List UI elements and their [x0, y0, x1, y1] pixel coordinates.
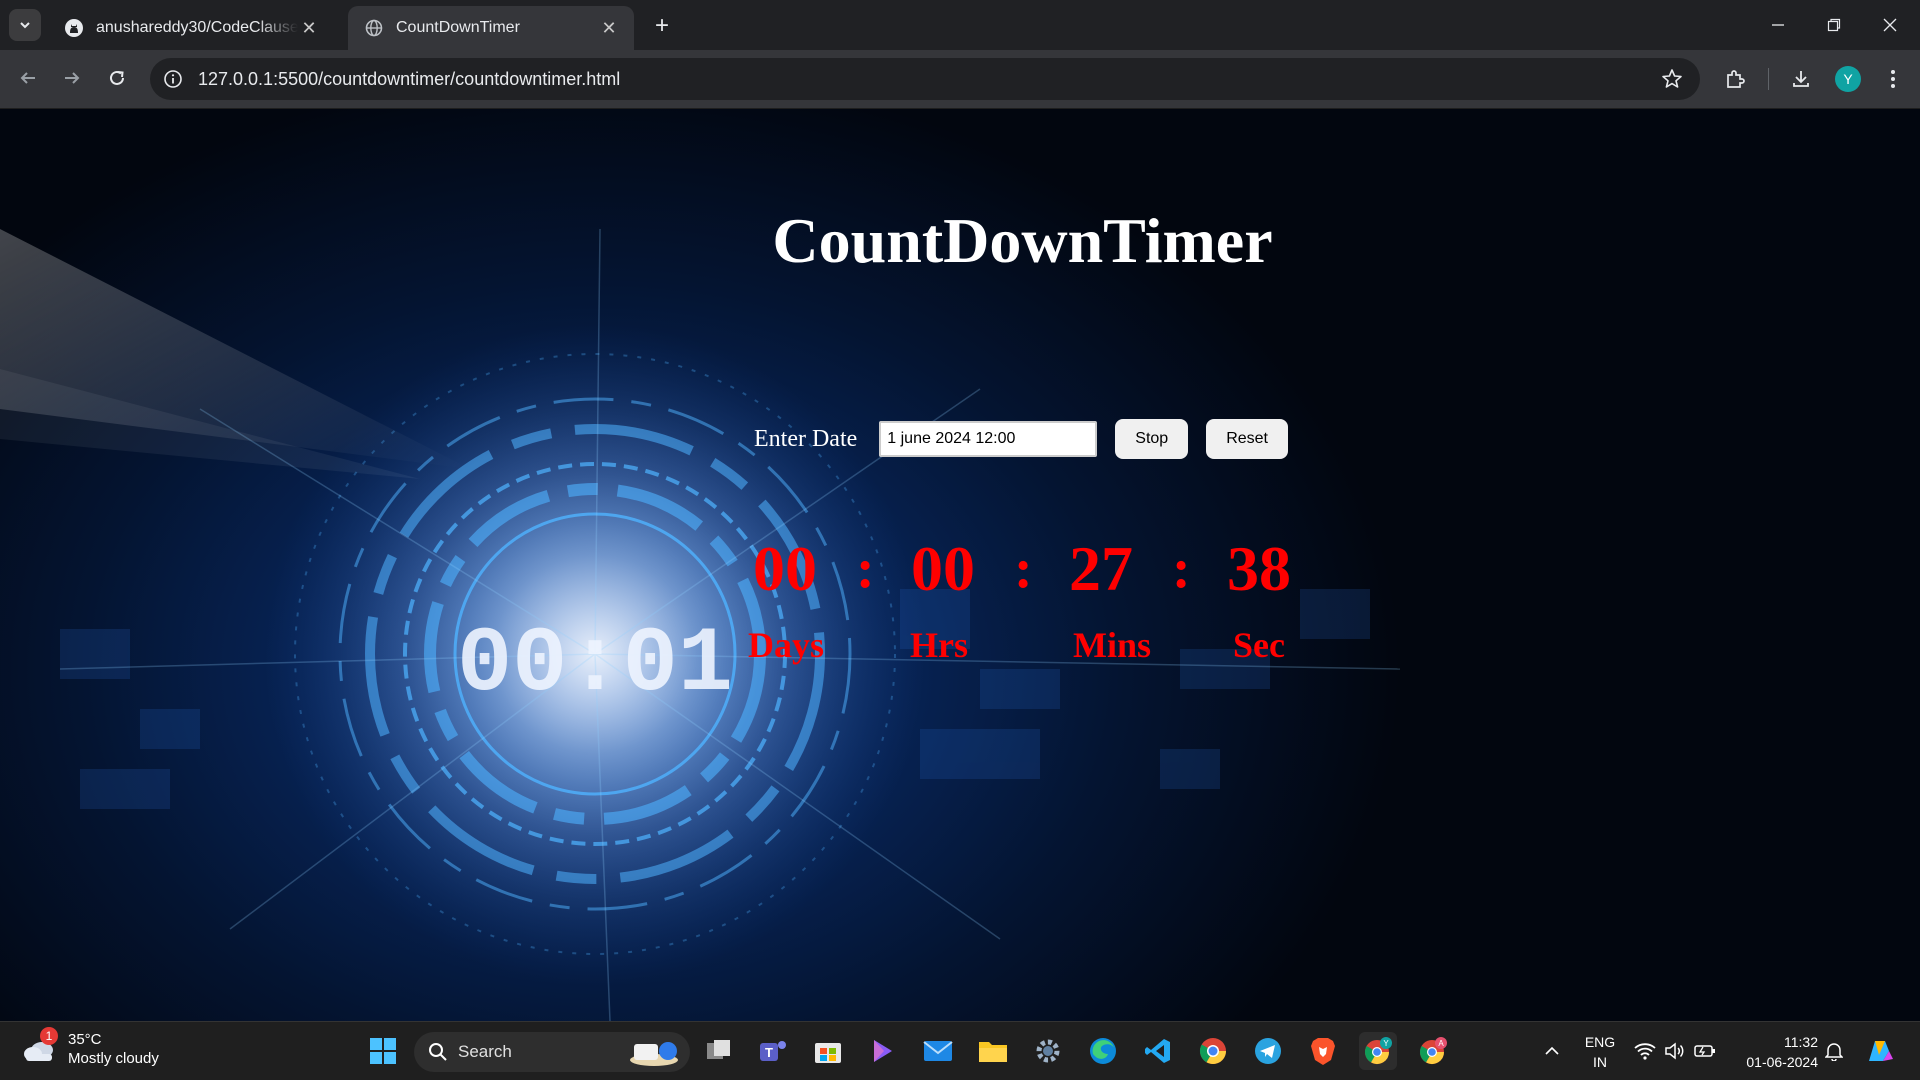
battery-icon: [1694, 1045, 1715, 1057]
back-button[interactable]: [10, 60, 46, 96]
reload-icon: [110, 70, 124, 85]
minutes-value: 27: [1069, 533, 1133, 604]
settings-gear-icon[interactable]: [1029, 1032, 1067, 1070]
temperature: 35°C: [68, 1031, 102, 1048]
search-label: Search: [458, 1042, 512, 1061]
taskbar-search[interactable]: Search: [414, 1032, 690, 1072]
file-explorer-icon[interactable]: [974, 1032, 1012, 1070]
start-button[interactable]: [364, 1032, 402, 1070]
minutes-label: Mins: [1073, 625, 1152, 665]
minimize-button[interactable]: [1750, 0, 1806, 50]
new-tab-button[interactable]: +: [648, 12, 676, 40]
task-view-icon[interactable]: [700, 1032, 738, 1070]
svg-text:T: T: [765, 1045, 773, 1060]
chrome-profile-a-icon[interactable]: A: [1414, 1032, 1452, 1070]
weather-condition: Mostly cloudy: [68, 1050, 159, 1067]
minimize-icon: [1772, 24, 1784, 26]
notifications-bell-icon[interactable]: [1818, 1032, 1850, 1070]
time: 11:32: [1784, 1034, 1818, 1050]
windows-taskbar: 1 35°C Mostly cloudy Search T Y A ENG IN…: [0, 1021, 1920, 1080]
tab-title: anushareddy30/CodeClauseInternship: [96, 19, 298, 36]
seconds-label: Sec: [1233, 625, 1285, 665]
brave-icon[interactable]: [1304, 1032, 1342, 1070]
edge-icon[interactable]: [1084, 1032, 1122, 1070]
hours-value: 00: [911, 533, 975, 604]
arrow-right-icon: [65, 72, 80, 84]
weather-alert-badge: 1: [40, 1027, 58, 1045]
show-hidden-icons-chevron-icon[interactable]: [1534, 1032, 1570, 1070]
tab-strip: anushareddy30/CodeClauseInternship ✕ Cou…: [0, 0, 1920, 50]
wifi-icon: [1634, 1043, 1656, 1060]
close-window-button[interactable]: [1862, 0, 1918, 50]
reload-button[interactable]: [99, 60, 135, 96]
tab-title: CountDownTimer: [396, 19, 520, 36]
close-tab-icon[interactable]: ✕: [598, 18, 620, 39]
svg-text:A: A: [1438, 1039, 1444, 1048]
toolbar-divider: [1768, 68, 1769, 90]
svg-text:Y: Y: [1383, 1039, 1389, 1048]
days-value: 00: [753, 533, 817, 604]
windows-icon: [370, 1038, 396, 1064]
close-tab-icon[interactable]: ✕: [298, 18, 320, 39]
page-viewport: 00:01 CountDownTimer Enter Date Stop Res…: [0, 109, 1920, 1021]
extensions-icon[interactable]: [1718, 62, 1752, 96]
mail-icon[interactable]: [919, 1032, 957, 1070]
language-indicator[interactable]: ENG IN: [1580, 1032, 1620, 1072]
chrome-icon[interactable]: [1194, 1032, 1232, 1070]
avatar: Y: [1835, 66, 1861, 92]
tab-search-button[interactable]: [9, 9, 41, 41]
weather-widget[interactable]: 1 35°C Mostly cloudy: [22, 1027, 159, 1068]
more-vertical-icon: [1891, 70, 1895, 88]
arrow-left-icon: [20, 72, 35, 84]
teams-icon[interactable]: T: [754, 1032, 792, 1070]
clock[interactable]: 11:32 01-06-2024: [1734, 1032, 1818, 1072]
copilot-preview-icon[interactable]: [1860, 1032, 1898, 1070]
page-title: CountDownTimer: [772, 205, 1273, 276]
chrome-profile-y-icon[interactable]: Y: [1359, 1032, 1397, 1070]
hours-label: Hrs: [910, 625, 968, 665]
seconds-value: 38: [1227, 533, 1291, 604]
github-icon: [64, 18, 84, 38]
downloads-icon[interactable]: [1784, 62, 1818, 96]
volume-icon: [1665, 1042, 1684, 1060]
browser-menu-button[interactable]: [1876, 62, 1910, 96]
site-info-icon[interactable]: [162, 68, 184, 90]
vscode-icon[interactable]: [1139, 1032, 1177, 1070]
separator: :: [1014, 538, 1033, 600]
chevron-down-icon: [20, 22, 30, 29]
date-label: Enter Date: [754, 425, 858, 452]
url-text: 127.0.0.1:5500/countdowntimer/countdownt…: [198, 68, 621, 89]
countdown-display: 00 : 00 : 27 : 38 Days Hrs Mins Sec: [0, 529, 1920, 669]
separator: :: [1172, 538, 1191, 600]
browser-toolbar: 127.0.0.1:5500/countdowntimer/countdownt…: [0, 50, 1920, 109]
search-highlight-icon: [630, 1042, 678, 1066]
globe-icon: [364, 18, 384, 38]
days-label: Days: [748, 625, 825, 665]
microsoft-store-icon[interactable]: [809, 1032, 847, 1070]
close-icon: [1883, 18, 1897, 32]
date-input[interactable]: [879, 421, 1098, 457]
stop-button[interactable]: Stop: [1115, 419, 1189, 459]
restore-button[interactable]: [1806, 0, 1862, 50]
telegram-icon[interactable]: [1249, 1032, 1287, 1070]
forward-button[interactable]: [54, 60, 90, 96]
address-bar[interactable]: 127.0.0.1:5500/countdowntimer/countdownt…: [150, 58, 1700, 100]
tab-github[interactable]: anushareddy30/CodeClauseInternship ✕: [48, 6, 334, 50]
search-icon: [429, 1043, 447, 1061]
restore-icon: [1827, 18, 1841, 32]
quick-settings[interactable]: [1630, 1032, 1720, 1070]
tab-countdowntimer[interactable]: CountDownTimer ✕: [348, 6, 634, 50]
region: IN: [1593, 1054, 1607, 1070]
date: 01-06-2024: [1746, 1054, 1818, 1070]
profile-avatar[interactable]: Y: [1831, 62, 1865, 96]
bookmark-star-icon[interactable]: [1652, 68, 1692, 90]
separator: :: [856, 538, 875, 600]
copilot-icon[interactable]: [864, 1032, 902, 1070]
language: ENG: [1584, 1034, 1616, 1050]
reset-button[interactable]: Reset: [1206, 419, 1288, 459]
date-form: Enter Date Stop Reset: [754, 419, 1288, 459]
